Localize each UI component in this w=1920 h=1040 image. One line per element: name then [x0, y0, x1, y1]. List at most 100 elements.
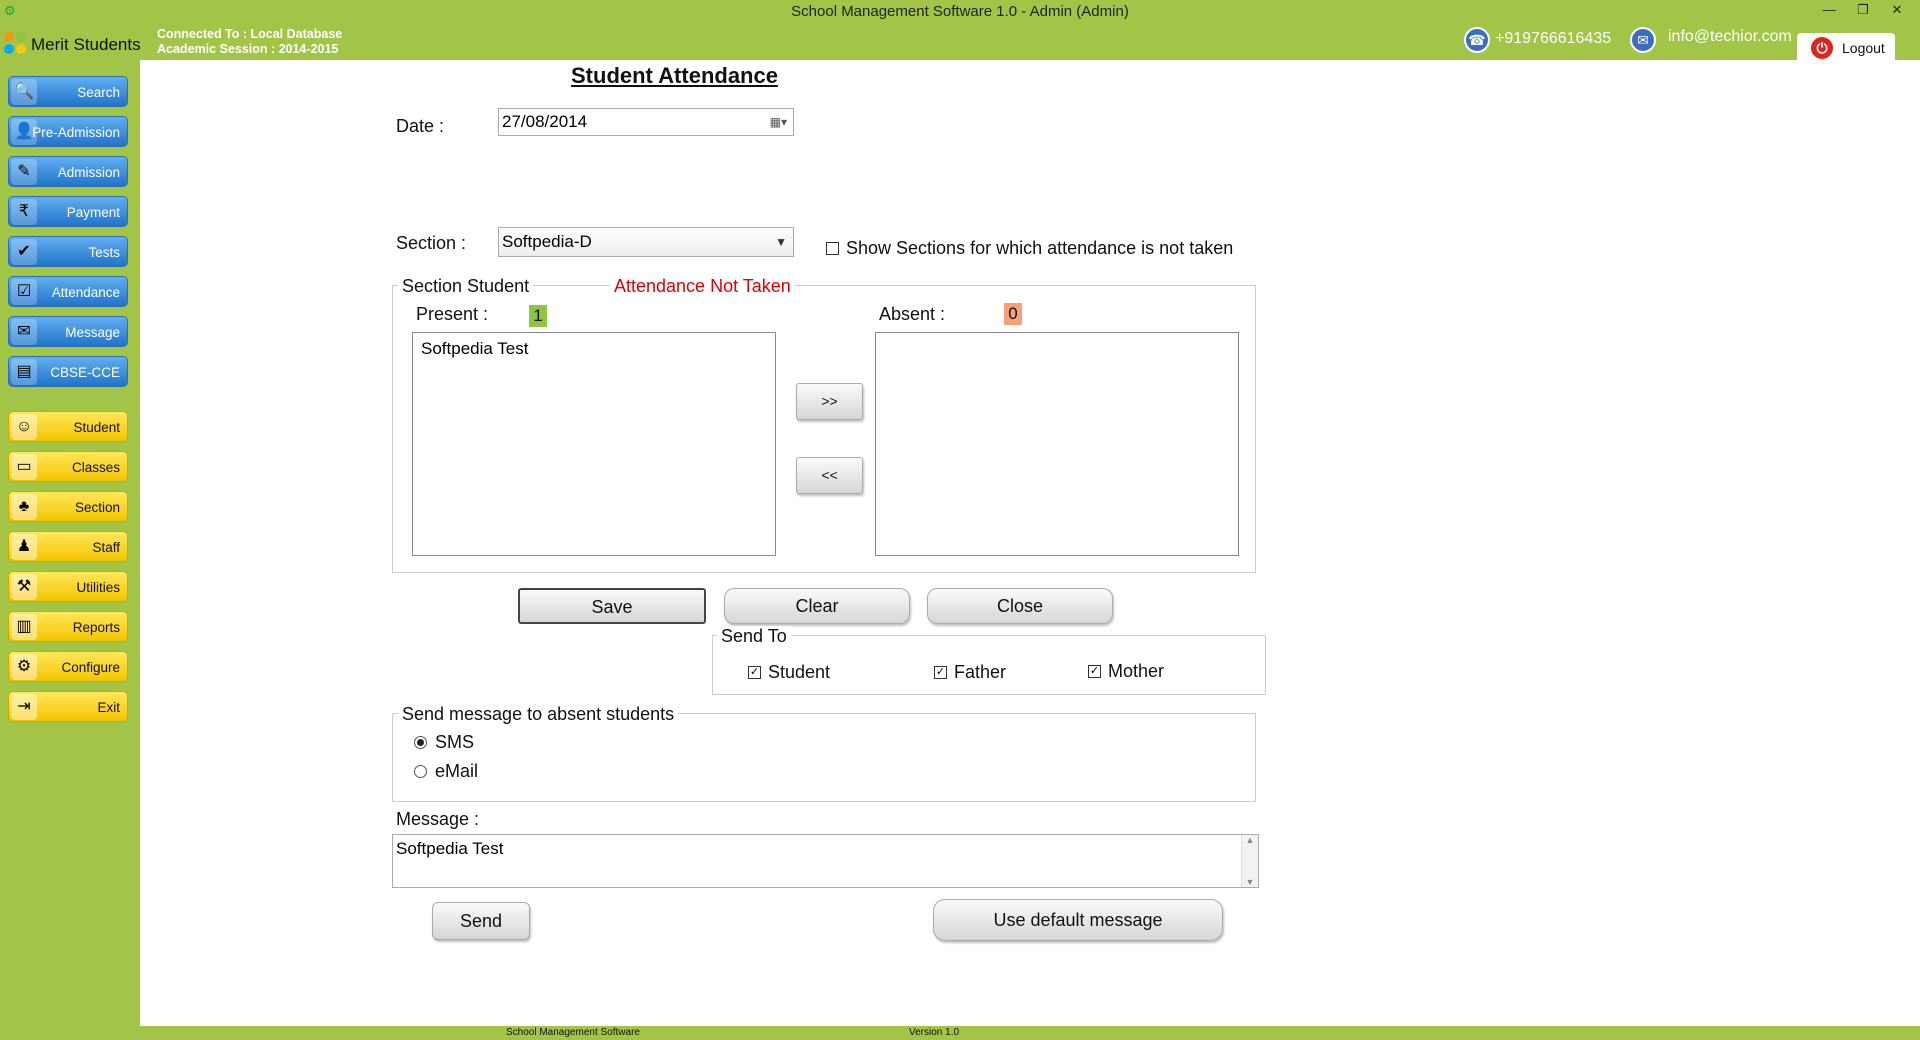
mother-option-label: Mother: [1108, 661, 1165, 681]
logo-icon: [4, 32, 28, 56]
sidebar-item-label: Configure: [61, 660, 120, 675]
logout-button[interactable]: ⏻ Logout: [1797, 33, 1895, 63]
staff-icon: ♟: [11, 534, 37, 560]
email-address: info@techior.com: [1668, 28, 1792, 45]
session-info: Academic Session : 2014-2015: [157, 42, 339, 56]
email-radio[interactable]: [414, 765, 427, 778]
sidebar-item-search[interactable]: 🔍 Search: [8, 76, 128, 107]
scroll-up-icon[interactable]: ▲: [1242, 835, 1258, 845]
payment-icon: ₹: [11, 199, 37, 225]
student-option-label: Student: [768, 662, 831, 682]
sidebar-item-label: Tests: [88, 245, 120, 260]
absent-list[interactable]: [875, 332, 1239, 556]
restore-button[interactable]: ❐: [1846, 0, 1880, 22]
sms-label: SMS: [435, 732, 475, 752]
section-select[interactable]: Softpedia-D ▼: [498, 227, 794, 257]
send-message-legend: Send message to absent students: [398, 704, 679, 725]
sidebar-item-label: Exit: [97, 700, 120, 715]
sidebar-item-admission[interactable]: ✎ Admission: [8, 156, 128, 187]
mother-checkbox[interactable]: ✓: [1088, 665, 1101, 678]
sidebar-item-reports[interactable]: ▥ Reports: [8, 611, 128, 642]
list-item[interactable]: Softpedia Test: [421, 339, 528, 359]
admission-icon: ✎: [11, 159, 37, 185]
move-to-absent-button[interactable]: >>: [796, 383, 863, 420]
power-icon: ⏻: [1811, 37, 1833, 59]
send-button[interactable]: Send: [432, 902, 530, 940]
minimize-button[interactable]: —: [1812, 0, 1846, 22]
email-icon: ✉: [1630, 27, 1656, 53]
clear-button[interactable]: Clear: [724, 588, 910, 624]
tests-icon: ✔: [11, 239, 37, 265]
logout-label: Logout: [1842, 40, 1885, 56]
send-to-legend: Send To: [717, 626, 791, 647]
calendar-dropdown-icon[interactable]: ▦▾: [770, 109, 787, 135]
show-sections-checkbox[interactable]: [826, 242, 839, 255]
reports-icon: ▥: [11, 614, 37, 640]
sidebar-item-label: Staff: [92, 540, 120, 555]
send-message-group: [392, 713, 1256, 802]
father-option-label: Father: [954, 662, 1007, 682]
father-checkbox[interactable]: ✓: [934, 666, 947, 679]
sidebar-item-configure[interactable]: ⚙ Configure: [8, 651, 128, 682]
sidebar-item-classes[interactable]: ▭ Classes: [8, 451, 128, 482]
sidebar-item-label: Classes: [71, 460, 120, 475]
sidebar-item-label: Payment: [66, 205, 120, 220]
email-option-label: eMail: [435, 761, 479, 781]
sidebar-item-label: Section: [74, 500, 120, 515]
chevron-down-icon: ▼: [775, 235, 787, 249]
close-button[interactable]: Close: [927, 588, 1113, 624]
sidebar-item-attendance[interactable]: ☑ Attendance: [8, 276, 128, 307]
status-bar: School Management Software Version 1.0: [0, 1026, 1920, 1040]
section-label: Section :: [396, 233, 467, 253]
page-title: Student Attendance: [571, 63, 778, 88]
sms-radio[interactable]: [414, 736, 427, 749]
window-title: School Management Software 1.0 - Admin (…: [791, 3, 1129, 20]
title-bar: ⚙ School Management Software 1.0 - Admin…: [0, 0, 1920, 24]
sidebar-item-label: CBSE-CCE: [50, 365, 120, 380]
date-picker[interactable]: 27/08/2014 ▦▾: [498, 108, 794, 136]
scroll-down-icon[interactable]: ▼: [1242, 877, 1258, 887]
close-window-button[interactable]: ✕: [1880, 0, 1914, 22]
show-sections-label: Show Sections for which attendance is no…: [846, 238, 1234, 258]
sidebar-item-pre-admission[interactable]: 👤 Pre-Admission: [8, 116, 128, 147]
classes-icon: ▭: [11, 454, 37, 480]
absent-count-badge: 0: [1004, 303, 1022, 325]
student-checkbox[interactable]: ✓: [748, 666, 761, 679]
save-button[interactable]: Save: [518, 588, 706, 624]
sidebar-item-utilities[interactable]: ⚒ Utilities: [8, 571, 128, 602]
sidebar-item-label: Student: [73, 420, 120, 435]
date-value: 27/08/2014: [502, 112, 588, 131]
move-to-present-button[interactable]: <<: [796, 457, 863, 494]
search-icon: 🔍: [11, 79, 37, 105]
message-value: Softpedia Test: [396, 839, 504, 858]
section-value: Softpedia-D: [502, 232, 592, 251]
sidebar-item-label: Message: [65, 325, 120, 340]
message-scrollbar[interactable]: ▲ ▼: [1241, 835, 1258, 887]
sidebar-item-tests[interactable]: ✔ Tests: [8, 236, 128, 267]
sidebar-item-student[interactable]: ☺ Student: [8, 411, 128, 442]
attendance-icon: ☑: [11, 279, 37, 305]
sidebar-item-message[interactable]: ✉ Message: [8, 316, 128, 347]
sidebar-item-label: Admission: [57, 165, 120, 180]
status-version: Version 1.0: [909, 1027, 960, 1038]
attendance-status: Attendance Not Taken: [610, 276, 795, 297]
section-student-legend: Section Student: [398, 276, 534, 297]
present-list[interactable]: Softpedia Test: [412, 332, 776, 556]
sidebar-item-payment[interactable]: ₹ Payment: [8, 196, 128, 227]
sidebar-item-staff[interactable]: ♟ Staff: [8, 531, 128, 562]
phone-number: +919766616435: [1495, 30, 1612, 47]
use-default-message-button[interactable]: Use default message: [933, 899, 1223, 941]
sidebar-item-cbse-cce[interactable]: ▤ CBSE-CCE: [8, 356, 128, 387]
message-textarea[interactable]: Softpedia Test ▲ ▼: [392, 834, 1259, 888]
exit-icon: ⇥: [11, 694, 37, 720]
phone-icon: ☎: [1464, 27, 1490, 53]
sidebar-item-section[interactable]: ♣ Section: [8, 491, 128, 522]
sidebar-item-label: Search: [77, 85, 120, 100]
message-label: Message :: [396, 809, 480, 829]
brand-name: Merit Students: [31, 35, 141, 54]
utilities-icon: ⚒: [11, 574, 37, 600]
status-app-name: School Management Software: [506, 1027, 640, 1038]
sidebar-item-exit[interactable]: ⇥ Exit: [8, 691, 128, 722]
sidebar-item-label: Reports: [72, 620, 120, 635]
connection-info: Connected To : Local Database: [157, 27, 343, 41]
